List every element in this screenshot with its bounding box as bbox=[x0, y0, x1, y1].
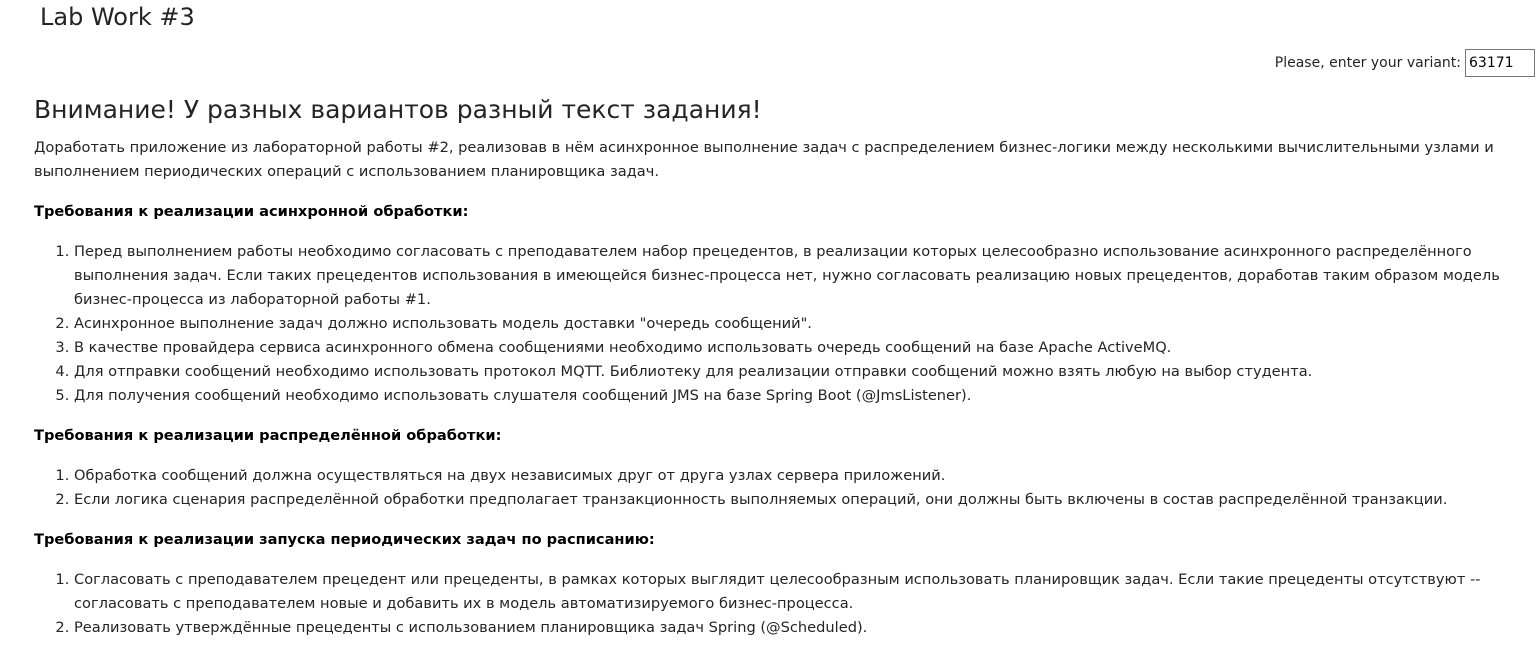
list-item: Для отправки сообщений необходимо исполь… bbox=[74, 360, 1537, 384]
distributed-requirements-list: Обработка сообщений должна осуществлятьс… bbox=[34, 464, 1537, 512]
list-item: Обработка сообщений должна осуществлятьс… bbox=[74, 464, 1537, 488]
list-item: Если логика сценария распределённой обра… bbox=[74, 488, 1537, 512]
section-heading-distributed: Требования к реализации распределённой о… bbox=[34, 427, 502, 444]
page-title: Lab Work #3 bbox=[40, 3, 195, 31]
section-heading-async: Требования к реализации асинхронной обра… bbox=[34, 203, 469, 220]
async-requirements-list: Перед выполнением работы необходимо согл… bbox=[34, 240, 1537, 408]
list-item: Реализовать утверждённые прецеденты с ис… bbox=[74, 616, 1537, 640]
variant-input[interactable] bbox=[1465, 49, 1535, 77]
list-item: Согласовать с преподавателем прецедент и… bbox=[74, 568, 1537, 616]
list-item: Для получения сообщений необходимо испол… bbox=[74, 384, 1537, 408]
list-item: Асинхронное выполнение задач должно испо… bbox=[74, 312, 1537, 336]
variant-form: Please, enter your variant: bbox=[1275, 49, 1535, 77]
scheduled-requirements-list: Согласовать с преподавателем прецедент и… bbox=[34, 568, 1537, 640]
task-intro: Доработать приложение из лабораторной ра… bbox=[34, 139, 1494, 180]
section-heading-scheduled: Требования к реализации запуска периодич… bbox=[34, 531, 655, 548]
task-warning-heading: Внимание! У разных вариантов разный текс… bbox=[34, 95, 762, 124]
task-content: Внимание! У разных вариантов разный текс… bbox=[34, 94, 1537, 640]
list-item: В качестве провайдера сервиса асинхронно… bbox=[74, 336, 1537, 360]
variant-label: Please, enter your variant: bbox=[1274, 55, 1461, 71]
list-item: Перед выполнением работы необходимо согл… bbox=[74, 240, 1537, 312]
